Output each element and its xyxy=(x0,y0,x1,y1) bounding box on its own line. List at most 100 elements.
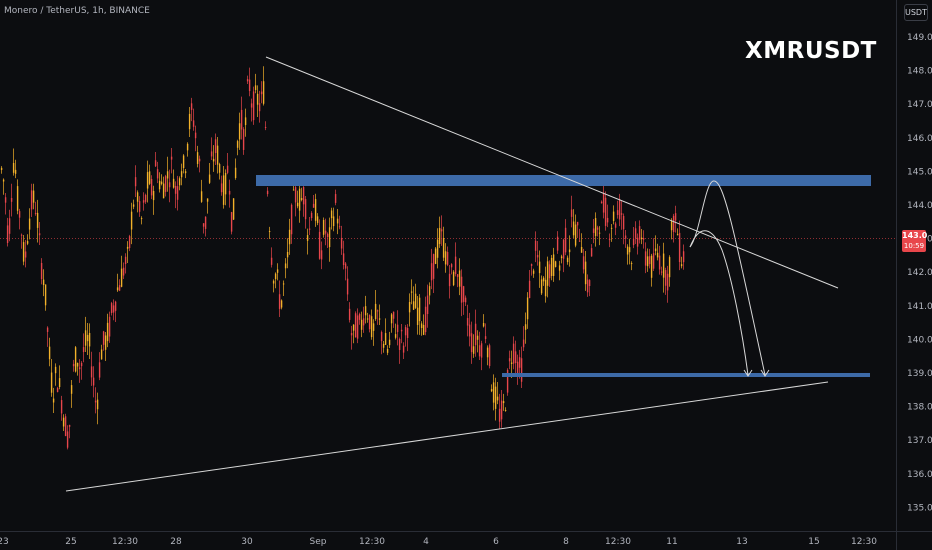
candle-body xyxy=(188,113,191,130)
candle-body xyxy=(278,294,281,309)
time-tick-label: 8 xyxy=(563,537,569,547)
candle-body xyxy=(26,241,29,244)
candle-body xyxy=(280,300,283,308)
candle-body xyxy=(458,270,461,287)
candle-body xyxy=(418,297,421,322)
candle-body xyxy=(128,236,131,248)
price-tick-label: 138.0 xyxy=(907,403,932,413)
candle-body xyxy=(428,286,431,296)
candle-body xyxy=(558,265,561,271)
candle-body xyxy=(214,139,217,153)
candle-body xyxy=(636,237,639,247)
candle-body xyxy=(570,209,573,217)
candle-body xyxy=(132,204,135,207)
candle-body xyxy=(594,218,597,237)
candle-body xyxy=(346,278,349,295)
candle-body xyxy=(268,231,271,233)
candle-body xyxy=(440,229,443,232)
candle-body xyxy=(544,279,547,297)
candle-body xyxy=(64,416,67,437)
candle-body xyxy=(10,197,13,202)
price-tick-label: 145.0 xyxy=(907,167,932,177)
candle-body xyxy=(534,240,537,251)
candle-body xyxy=(514,351,517,364)
candle-body xyxy=(102,331,105,345)
candle-body xyxy=(92,377,95,386)
candle-body xyxy=(644,251,647,266)
candle-body xyxy=(448,273,451,287)
candle-body xyxy=(330,210,333,219)
price-axis[interactable]: 149.0148.0147.0146.0145.0144.0143.0142.0… xyxy=(907,33,932,513)
candle-body xyxy=(120,268,123,287)
candle-body xyxy=(366,318,369,320)
time-tick-label: 30 xyxy=(241,537,253,547)
candle-body xyxy=(472,346,475,354)
candle-body xyxy=(158,180,161,190)
candle-body xyxy=(630,263,633,265)
candle-body xyxy=(116,287,119,291)
candle-body xyxy=(324,230,327,234)
candle-body xyxy=(40,262,43,280)
candle-body xyxy=(420,323,423,329)
candle-body xyxy=(378,318,381,320)
candle-body xyxy=(262,81,265,104)
candle-body xyxy=(140,218,143,220)
candle-body xyxy=(52,398,55,403)
candle-body xyxy=(682,251,685,263)
candle-body xyxy=(386,349,389,353)
time-tick-label: 13 xyxy=(736,537,747,547)
price-tick-label: 147.0 xyxy=(907,100,932,110)
candle-body xyxy=(224,172,227,195)
candle-body xyxy=(454,256,457,275)
candle-body xyxy=(572,221,575,236)
candle-body xyxy=(264,126,267,128)
price-tick-label: 140.0 xyxy=(907,335,932,345)
candle-body xyxy=(622,215,625,230)
support-level[interactable] xyxy=(502,373,870,377)
time-tick-label: 23 xyxy=(0,537,9,547)
candle-body xyxy=(608,239,611,241)
candle-body xyxy=(294,187,297,203)
candle-body xyxy=(600,201,603,204)
time-tick-label: 25 xyxy=(65,537,76,547)
candle-body xyxy=(382,343,385,348)
candle-body xyxy=(100,349,103,360)
candle-body xyxy=(196,152,199,164)
candle-body xyxy=(656,252,659,258)
candle-body xyxy=(512,343,515,364)
candle-body xyxy=(236,141,239,148)
candle-body xyxy=(150,178,153,196)
price-chart[interactable]: 149.0 148.0 147.0 146.0 145.0 144.0 143.0 142.0… xyxy=(0,0,932,550)
candle-body xyxy=(42,279,45,286)
candle-body xyxy=(74,347,77,372)
candle-body xyxy=(368,314,371,330)
candle-body xyxy=(222,175,225,205)
candle-body xyxy=(310,212,313,219)
candle-body xyxy=(46,327,49,332)
candle-body xyxy=(518,357,521,368)
candle-body xyxy=(406,328,409,339)
candle-body xyxy=(316,216,319,223)
candle-body xyxy=(174,185,177,194)
candle-body xyxy=(162,183,165,199)
candle-body xyxy=(390,314,393,324)
candle-body xyxy=(486,347,489,358)
candle-body xyxy=(284,263,287,269)
candle-body xyxy=(226,165,229,173)
candle-body xyxy=(664,270,667,286)
candle-body xyxy=(360,319,363,330)
candle-body xyxy=(66,431,69,448)
time-tick-label: 12:30 xyxy=(605,537,631,547)
candle-body xyxy=(612,211,615,221)
candle-body xyxy=(194,132,197,139)
candle-body xyxy=(392,311,395,319)
candle-body xyxy=(118,285,121,291)
candle-body xyxy=(616,210,619,215)
candle-body xyxy=(104,335,107,350)
price-tick-label: 136.0 xyxy=(907,470,932,480)
currency-button[interactable]: USDT xyxy=(904,4,928,21)
candle-body xyxy=(464,297,467,303)
candle-body xyxy=(136,192,139,202)
time-tick-label: Sep xyxy=(310,537,327,547)
candle-body xyxy=(566,257,569,263)
